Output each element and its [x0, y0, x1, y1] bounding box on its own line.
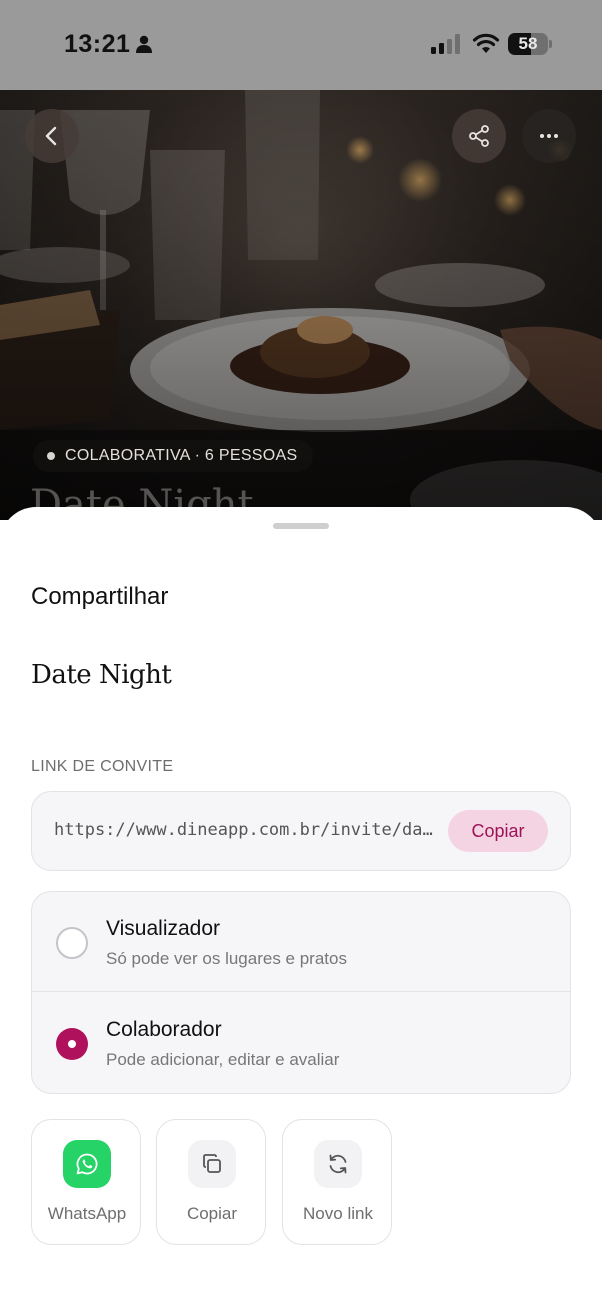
back-button[interactable]: [25, 109, 79, 163]
role-option-viewer[interactable]: Visualizador Só pode ver os lugares e pr…: [32, 892, 570, 992]
battery-icon: 58: [508, 33, 552, 55]
more-horizontal-icon: [540, 134, 558, 138]
wifi-icon: [472, 33, 500, 53]
hero-image: COLABORATIVA · 6 PESSOAS Date Night: [0, 90, 602, 520]
more-options-button[interactable]: [522, 109, 576, 163]
action-label: Copiar: [186, 1204, 238, 1223]
role-title: Visualizador: [106, 917, 221, 940]
role-title: Colaborador: [106, 1018, 222, 1041]
status-bar: 13:21 58: [0, 0, 602, 90]
action-label: WhatsApp: [47, 1204, 127, 1223]
invite-link-box: https://www.dineapp.com.br/invite/date-n…: [31, 791, 571, 871]
status-time: 13:21: [64, 30, 131, 58]
sheet-drag-handle[interactable]: [273, 523, 329, 529]
list-type-badge: COLABORATIVA · 6 PESSOAS: [33, 440, 314, 472]
share-icon: [469, 125, 489, 147]
radio-collaborator[interactable]: [56, 1028, 88, 1060]
person-icon: [136, 35, 152, 53]
invite-link-url[interactable]: https://www.dineapp.com.br/invite/date-n…: [54, 820, 434, 840]
invite-link-label: LINK DE CONVITE: [31, 758, 174, 775]
whatsapp-icon: [76, 1153, 98, 1175]
sheet-title: Compartilhar: [31, 583, 169, 610]
role-description: Só pode ver os lugares e pratos: [106, 949, 347, 968]
copy-icon: [203, 1154, 221, 1173]
badge-text: COLABORATIVA · 6 PESSOAS: [65, 447, 298, 464]
role-description: Pode adicionar, editar e avaliar: [106, 1050, 340, 1069]
badge-dot-icon: [47, 452, 55, 460]
refresh-icon: [329, 1154, 347, 1174]
action-label: Novo link: [303, 1204, 373, 1223]
share-button[interactable]: [452, 109, 506, 163]
list-name: Date Night: [31, 660, 172, 690]
share-copy-button[interactable]: Copiar: [156, 1119, 266, 1245]
permission-options: Visualizador Só pode ver os lugares e pr…: [31, 891, 571, 1094]
copy-link-button[interactable]: Copiar: [448, 810, 548, 852]
chevron-left-icon: [45, 126, 57, 146]
radio-viewer[interactable]: [56, 927, 88, 959]
role-option-collaborator[interactable]: Colaborador Pode adicionar, editar e ava…: [32, 993, 570, 1093]
battery-percentage: 58: [518, 34, 538, 53]
share-whatsapp-button[interactable]: WhatsApp: [31, 1119, 141, 1245]
share-sheet: Compartilhar Date Night LINK DE CONVITE …: [0, 507, 602, 1306]
new-link-button[interactable]: Novo link: [282, 1119, 392, 1245]
cellular-signal-icon: [431, 34, 460, 54]
